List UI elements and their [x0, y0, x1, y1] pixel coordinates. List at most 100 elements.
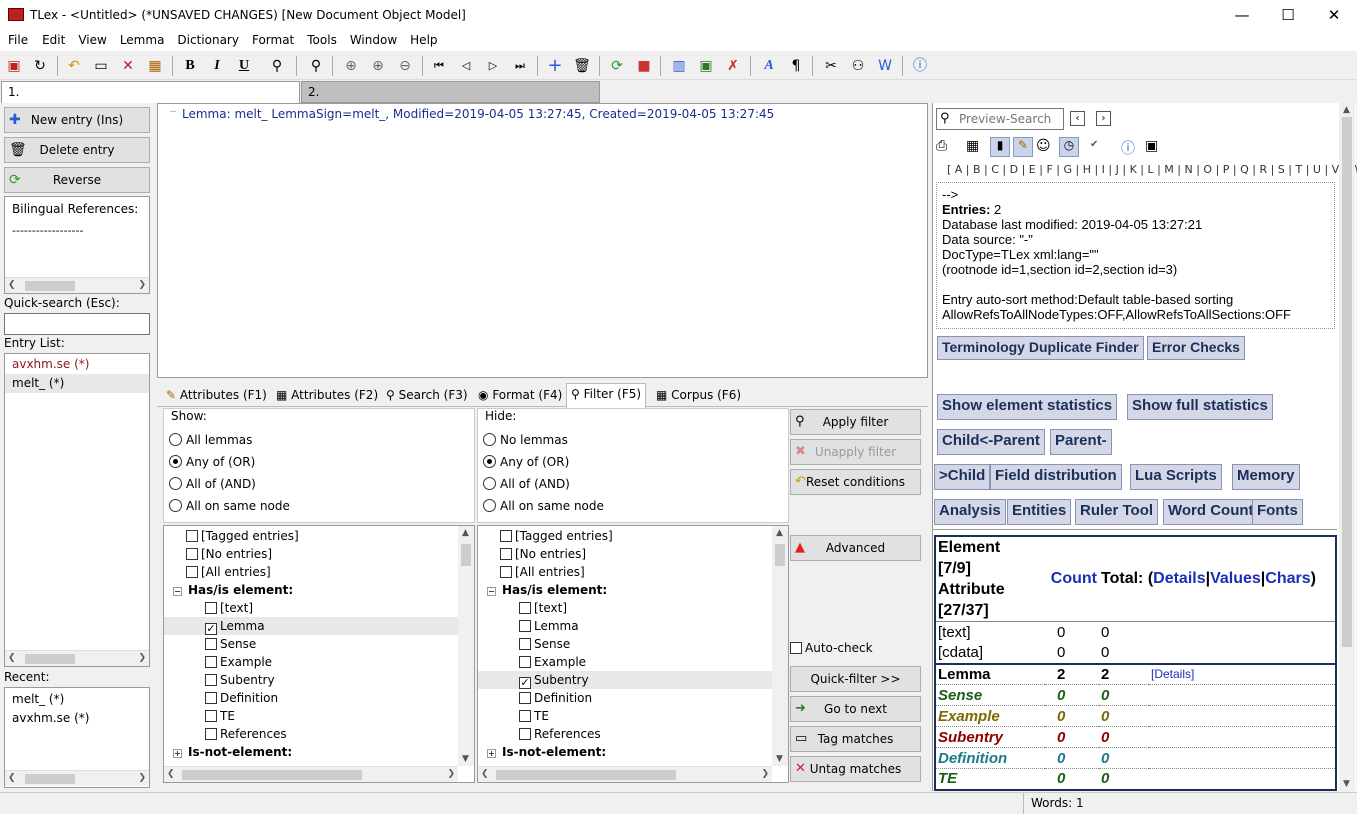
tree-item-lemma[interactable]: ✓ Lemma	[205, 619, 265, 635]
underline-icon[interactable]: U	[233, 55, 255, 77]
tree-item-subentry[interactable]: ✓ Subentry	[519, 673, 589, 689]
child-button[interactable]: >Child	[934, 464, 991, 490]
refresh-icon[interactable]: ↻	[29, 55, 51, 77]
menu-help[interactable]: Help	[398, 30, 437, 47]
quick-filter-button[interactable]: Quick-filter >>	[790, 666, 921, 692]
field-distribution-button[interactable]: Field distribution	[990, 464, 1122, 490]
columns-icon[interactable]: ▦	[966, 138, 979, 154]
auto-check-checkbox[interactable]: Auto-check	[790, 641, 873, 655]
word-count-button[interactable]: Word Count	[1163, 499, 1259, 525]
advanced-button[interactable]: ▲ Advanced	[790, 535, 921, 561]
tree-item-sense[interactable]: Sense	[205, 637, 256, 651]
font-style-icon[interactable]: A	[758, 55, 780, 77]
values-link[interactable]: Values	[1210, 570, 1261, 587]
tab-corpus-f6[interactable]: ▦ Corpus (F6)	[652, 385, 745, 407]
tree-item-tagged[interactable]: [Tagged entries]	[186, 529, 299, 543]
tree-item-is-not-element[interactable]: + Is-not-element:	[487, 745, 606, 759]
terminology-duplicate-finder-button[interactable]: Terminology Duplicate Finder	[937, 336, 1144, 360]
hide-all-same-node-radio[interactable]: All on same node	[483, 499, 604, 513]
hide-filter-tree[interactable]: [Tagged entries] [No entries] [All entri…	[477, 525, 789, 783]
analysis-button[interactable]: Analysis	[934, 499, 1006, 525]
remove-icon[interactable]: ✗	[722, 55, 744, 77]
edit-icon[interactable]: ✎	[1013, 137, 1033, 157]
preview-search-box[interactable]: ⚲	[936, 108, 1064, 130]
tree-item-example[interactable]: Example	[205, 655, 272, 669]
tree-item-no-entries[interactable]: [No entries]	[500, 547, 586, 561]
show-all-same-node-radio[interactable]: All on same node	[169, 499, 290, 513]
vertical-scrollbar[interactable]: ▲ ▼	[458, 526, 474, 766]
show-element-statistics-button[interactable]: Show element statistics	[937, 394, 1118, 420]
next-entry-icon[interactable]: ▷	[482, 55, 504, 77]
find-replace-icon[interactable]: ⚲	[305, 55, 327, 77]
doc-tab-2[interactable]: 2.	[301, 81, 600, 103]
lua-scripts-button[interactable]: Lua Scripts	[1130, 464, 1222, 490]
preview-forward-icon[interactable]: ›	[1096, 111, 1111, 126]
reverse-button[interactable]: ⟳ Reverse	[4, 167, 150, 193]
tree-item-sense[interactable]: Sense	[519, 637, 570, 651]
find-icon[interactable]: ⚲	[266, 55, 288, 77]
lemma-node[interactable]: Lemma: melt_ LemmaSign=melt_, Modified=2…	[182, 107, 774, 121]
tree-item-te[interactable]: TE	[205, 709, 235, 723]
recent-item[interactable]: avxhm.se (*)	[12, 711, 89, 725]
tree-item-references[interactable]: References	[519, 727, 601, 741]
close-button[interactable]: ✕	[1311, 0, 1357, 30]
hide-any-of-radio[interactable]: Any of (OR)	[483, 455, 569, 469]
show-any-of-radio[interactable]: Any of (OR)	[169, 455, 255, 469]
camera-icon[interactable]: ▣	[1145, 138, 1158, 154]
preview-back-icon[interactable]: ‹	[1070, 111, 1085, 126]
go-to-next-button[interactable]: ➜ Go to next	[790, 696, 921, 722]
menu-dictionary[interactable]: Dictionary	[165, 30, 239, 47]
chars-link[interactable]: Chars	[1265, 570, 1310, 587]
menu-edit[interactable]: Edit	[29, 30, 65, 47]
italic-icon[interactable]: I	[206, 55, 228, 77]
tab-search-f3[interactable]: ⚲ Search (F3)	[382, 385, 472, 407]
tree-item-lemma[interactable]: Lemma	[519, 619, 579, 633]
tag-matches-button[interactable]: ▭ Tag matches	[790, 726, 921, 752]
entry-editor-tree[interactable]: ┈ Lemma: melt_ LemmaSign=melt_, Modified…	[157, 103, 928, 378]
parent-button[interactable]: Parent-	[1050, 429, 1112, 455]
undo-icon[interactable]: ↶	[63, 55, 85, 77]
spellcheck-icon[interactable]: ✔	[1090, 139, 1098, 150]
people-icon[interactable]: ☺	[1036, 138, 1051, 154]
menu-tools[interactable]: Tools	[295, 30, 337, 47]
doc-tab-1[interactable]: 1.	[1, 81, 300, 103]
fonts-button[interactable]: Fonts	[1252, 499, 1303, 525]
tree-item-definition[interactable]: Definition	[519, 691, 592, 705]
lemma-details-link[interactable]: [Details]	[1149, 664, 1336, 685]
quick-search-input[interactable]	[4, 313, 150, 335]
google-icon[interactable]: ■	[633, 55, 655, 77]
tree-item-definition[interactable]: Definition	[205, 691, 278, 705]
clock-icon[interactable]: ◷	[1059, 137, 1079, 157]
keyboard-icon[interactable]: ▦	[144, 55, 166, 77]
tree-item-text[interactable]: [text]	[205, 601, 253, 615]
reset-conditions-button[interactable]: ↶ Reset conditions	[790, 469, 921, 495]
menu-lemma[interactable]: Lemma	[108, 30, 165, 47]
bold-icon[interactable]: B	[179, 55, 201, 77]
horizontal-scrollbar[interactable]: ❮ ❯	[478, 766, 772, 782]
tab-attributes-f2[interactable]: ▦ Attributes (F2)	[272, 385, 382, 407]
menu-window[interactable]: Window	[338, 30, 397, 47]
paragraph-icon[interactable]: ¶	[785, 55, 807, 77]
preview-search-input[interactable]	[959, 110, 1059, 128]
alphabet-index[interactable]: [ A | B | C | D | E | F | G | H | I | J …	[947, 163, 1357, 176]
menu-format[interactable]: Format	[240, 30, 294, 47]
new-entry-button[interactable]: ✚ New entry (Ins)	[4, 107, 150, 133]
show-full-statistics-button[interactable]: Show full statistics	[1127, 394, 1273, 420]
entry-list-item[interactable]: melt_ (*)	[5, 374, 149, 393]
horizontal-scrollbar[interactable]: ❮ ❯	[5, 650, 149, 666]
show-all-lemmas-radio[interactable]: All lemmas	[169, 433, 252, 447]
horizontal-scrollbar[interactable]: ❮ ❯	[164, 766, 458, 782]
save-icon[interactable]: ▣	[3, 55, 25, 77]
tree-item-has-element[interactable]: − Has/is element:	[173, 583, 293, 597]
tree-item-no-entries[interactable]: [No entries]	[186, 547, 272, 561]
menu-view[interactable]: View	[66, 30, 106, 47]
hide-all-of-radio[interactable]: All of (AND)	[483, 477, 570, 491]
tab-attributes-f1[interactable]: ✎ Attributes (F1)	[162, 385, 271, 407]
help-icon[interactable]: ⓘ	[909, 55, 931, 77]
export-icon[interactable]: ▣	[695, 55, 717, 77]
delete-entry-button[interactable]: 🗑 Delete entry	[4, 137, 150, 163]
tree-item-tagged[interactable]: [Tagged entries]	[500, 529, 613, 543]
rename-icon[interactable]: ▭	[90, 55, 112, 77]
tree-item-has-element[interactable]: − Has/is element:	[487, 583, 607, 597]
word-icon[interactable]: W	[874, 55, 896, 77]
